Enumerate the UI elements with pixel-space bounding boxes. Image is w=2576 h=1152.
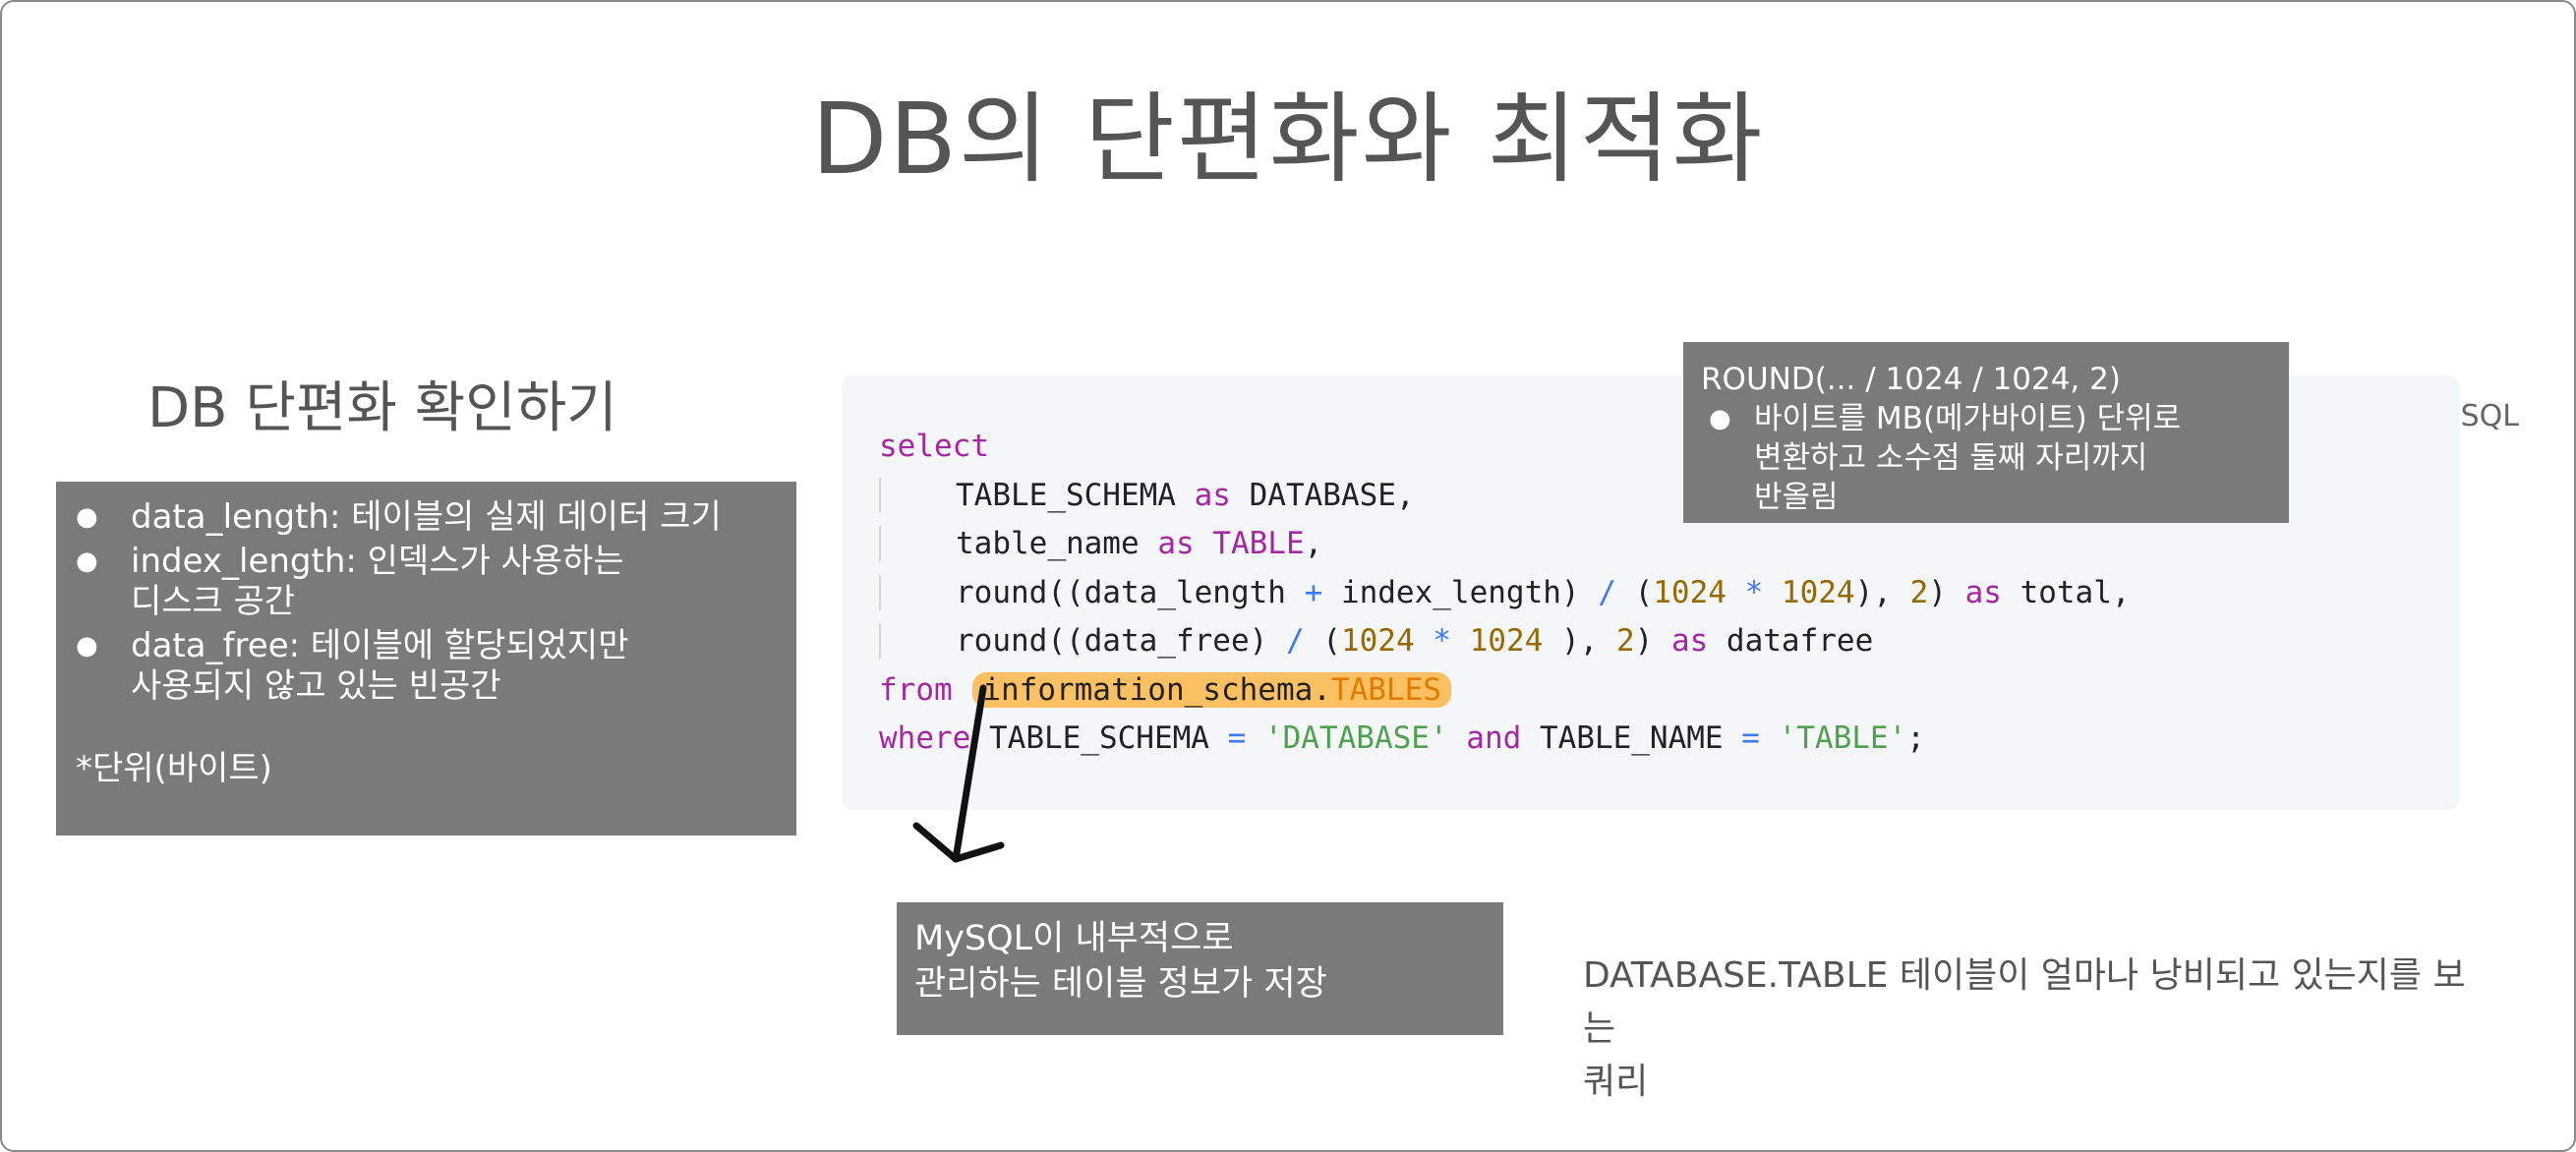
code-token: as — [1194, 477, 1231, 513]
code-token: 2 — [1615, 623, 1635, 659]
code-token: 'TABLE' — [1778, 720, 1907, 756]
code-token: as — [1157, 526, 1195, 561]
information-schema-line: 관리하는 테이블 정보가 저장 — [914, 964, 1327, 1004]
definition-line: index_length: 인덱스가 사용하는 — [131, 542, 624, 581]
section-title: DB 단편화 확인하기 — [147, 376, 617, 440]
code-token: / — [1598, 574, 1616, 610]
code-token: ( — [1615, 574, 1654, 610]
code-token: + — [1304, 574, 1323, 610]
code-token: = — [1741, 720, 1760, 756]
query-description-line: 쿼리 — [1583, 1062, 1649, 1102]
code-token: TABLE — [1212, 526, 1305, 561]
code-language-label: SQL — [2460, 399, 2519, 433]
slide-title: DB의 단편화와 최적화 — [811, 82, 1765, 197]
code-token: datafree — [1708, 623, 1874, 659]
definitions-box: data_length: 테이블의 실제 데이터 크기 index_length:… — [56, 482, 796, 835]
definition-item: index_length: 인덱스가 사용하는디스크 공간 — [76, 542, 722, 622]
code-line: where TABLE_SCHEMA = 'DATABASE' and TABL… — [879, 715, 2131, 764]
code-token: and — [1466, 720, 1522, 756]
round-callout-line: 반올림 — [1754, 480, 1839, 515]
code-token: index_length) — [1322, 574, 1599, 610]
query-description-line: DATABASE.TABLE 테이블이 얼마나 낭비되고 있는지를 보는 — [1583, 955, 2466, 1049]
round-callout-line: 바이트를 MB(메가바이트) 단위로 — [1754, 401, 2182, 436]
highlighted-table-reference: information_schema.TABLES — [972, 671, 1451, 708]
code-token: information_schema. — [982, 671, 1331, 708]
code-line: from information_schema.TABLES — [879, 666, 2131, 716]
round-callout-bullet: 바이트를 MB(메가바이트) 단위로변환하고 소수점 둘째 자리까지반올림 — [1701, 399, 2181, 517]
code-line: round((data_free) / (1024 * 1024 ), 2) a… — [879, 617, 2131, 666]
code-token: 2 — [1909, 574, 1929, 610]
code-token: = — [1227, 720, 1247, 756]
code-token: as — [1964, 574, 2002, 610]
code-token: TABLE_NAME — [1521, 720, 1742, 756]
code-token: 1024 — [1469, 623, 1544, 659]
code-token: / — [1285, 623, 1305, 659]
code-token: select — [879, 429, 989, 464]
definition-item: data_length: 테이블의 실제 데이터 크기 — [76, 497, 722, 538]
code-line: table_name as TABLE, — [879, 520, 2131, 569]
code-token: 1024 — [1340, 623, 1415, 659]
code-token: * — [1744, 574, 1764, 610]
query-description: DATABASE.TABLE 테이블이 얼마나 낭비되고 있는지를 보는쿼리 — [1583, 950, 2497, 1109]
round-callout-heading: ROUND(... / 1024 / 1024, 2) — [1701, 362, 2121, 397]
definitions-list: data_length: 테이블의 실제 데이터 크기 index_length:… — [76, 497, 722, 711]
definition-line: data_free: 테이블에 할당되었지만 — [131, 626, 629, 665]
code-token: * — [1433, 623, 1451, 659]
definition-line: data_length: 테이블의 실제 데이터 크기 — [131, 497, 722, 537]
code-token: , — [1304, 526, 1323, 561]
definition-item: data_free: 테이블에 할당되었지만사용되지 않고 있는 빈공간 — [76, 626, 722, 707]
round-callout: ROUND(... / 1024 / 1024, 2) 바이트를 MB(메가바이… — [1683, 342, 2289, 523]
code-token: as — [1670, 623, 1709, 659]
information-schema-callout: MySQL이 내부적으로관리하는 테이블 정보가 저장 — [897, 902, 1503, 1035]
code-token: 1024 — [1653, 574, 1727, 610]
code-token: 1024 — [1781, 574, 1855, 610]
code-token: table_name — [956, 526, 1158, 561]
code-token: 'DATABASE' — [1263, 720, 1448, 756]
code-token: total, — [2001, 574, 2131, 610]
code-token: ; — [1906, 720, 1925, 756]
code-token: ( — [1304, 623, 1341, 659]
information-schema-line: MySQL이 내부적으로 — [914, 919, 1234, 958]
code-token: ) — [1634, 623, 1671, 659]
code-token: TABLE_SCHEMA — [956, 477, 1195, 513]
code-token: ), — [1543, 623, 1616, 659]
information-schema-callout-text: MySQL이 내부적으로관리하는 테이블 정보가 저장 — [914, 916, 1327, 1007]
code-token: round((data_free) — [956, 623, 1286, 659]
code-token: round((data_length — [956, 574, 1305, 610]
unit-note: *단위(바이트) — [76, 749, 272, 788]
definition-line: 디스크 공간 — [131, 582, 296, 621]
code-token: DATABASE, — [1230, 477, 1415, 513]
slide: DB의 단편화와 최적화 DB 단편화 확인하기 data_length: 테이… — [0, 0, 2576, 1152]
round-callout-line: 변환하고 소수점 둘째 자리까지 — [1754, 440, 2148, 476]
code-token: TABLES — [1330, 671, 1441, 708]
arrow-icon — [912, 684, 1005, 863]
definition-line: 사용되지 않고 있는 빈공간 — [131, 666, 501, 706]
code-token: ) — [1928, 574, 1965, 610]
code-line: round((data_length + index_length) / (10… — [879, 569, 2131, 618]
code-token: ), — [1854, 574, 1910, 610]
